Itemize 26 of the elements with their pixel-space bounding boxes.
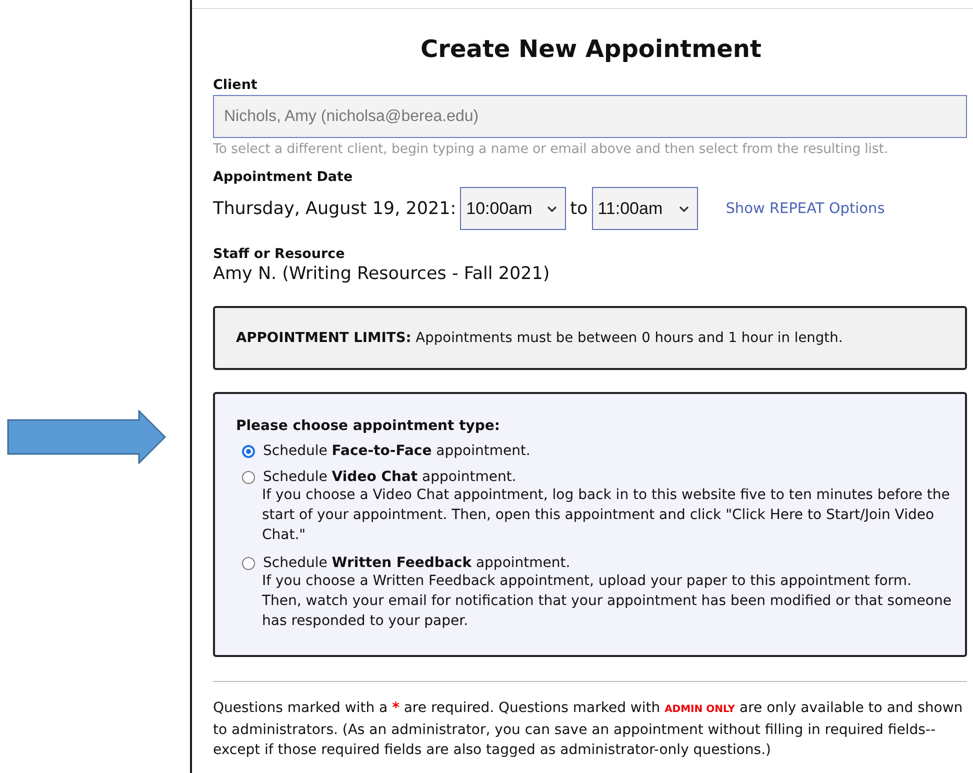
to-text: to: [570, 198, 588, 218]
right-arrow-icon: [7, 410, 167, 464]
field-hint: To select a different client, begin typing a name or email above and then select from the resulting list.: [213, 142, 890, 157]
chevron-down-icon: [547, 206, 558, 212]
option-description: If you choose a Video Chat appointment, log back in to this website five to ten minutes before the start of your appointment. Then, open this appointment and click "Click Here to Start/Join Video Chat.": [262, 486, 951, 545]
radio-button[interactable]: [242, 556, 255, 570]
end-time-select[interactable]: 11:00am: [592, 187, 698, 230]
option-description: If you choose a Written Feedback appointment, upload your paper to this appointment form. Then, watch your email for notification that your appointment has been modified or that someone has responded to your paper.: [262, 572, 952, 631]
radio-button[interactable]: [242, 470, 255, 484]
start-time-select[interactable]: 10:00am: [460, 187, 566, 230]
form-title: Create New Appointment: [420, 35, 762, 63]
chevron-down-icon: [678, 206, 689, 212]
field-label: Client: [213, 77, 258, 93]
client-field[interactable]: Nichols, Amy (nicholsa@berea.edu): [213, 95, 967, 138]
field-label: Appointment Date: [213, 169, 354, 185]
option-label[interactable]: Schedule Video Chat appointment.: [263, 469, 516, 485]
radio-button[interactable]: [242, 444, 255, 458]
type-heading: Please choose appointment type:: [236, 418, 502, 434]
repeat-options-link[interactable]: Show REPEAT Options: [726, 200, 885, 216]
date-text: Thursday, August 19, 2021:: [213, 198, 456, 218]
required-notice: Questions marked with a * are required. Questions marked with ADMIN ONLY are only available to and shown to administrators. (As an administrator, you can save an appointment without filling in required fields--except if those required fields are also tagged as administrator-only questions.): [213, 699, 963, 760]
staff-value: Amy N. (Writing Resources - Fall 2021): [213, 264, 551, 284]
option-label[interactable]: Schedule Written Feedback appointment.: [263, 555, 570, 571]
option-label[interactable]: Schedule Face-to-Face appointment.: [263, 443, 530, 459]
field-label: Staff or Resource: [213, 246, 346, 262]
limits-text: APPOINTMENT LIMITS: Appointments must be between 0 hours and 1 hour in length.: [236, 330, 843, 346]
